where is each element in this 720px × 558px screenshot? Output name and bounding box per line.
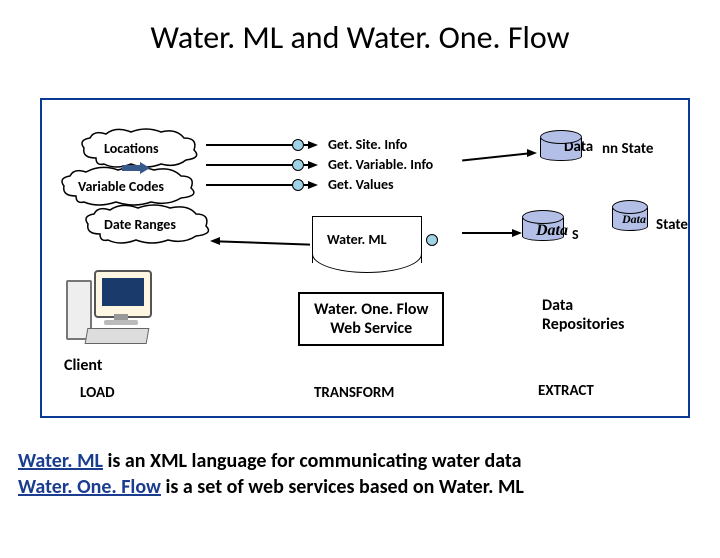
connector-dot [292,159,304,171]
footer-line2b: is a set of web services based on Water.… [161,475,524,499]
ws-method-getvariableinfo: Get. Variable. Info [328,156,433,176]
data-repositories-label: Data Repositories [542,296,624,334]
waterml-doc: Water. ML [312,216,422,263]
data-cyl-2-suffix: S [572,226,579,243]
connector-dot [292,139,304,151]
arrow-waterml-return [218,240,310,245]
footer-line1b: is an XML language for communicating wat… [103,449,522,473]
extract-label: EXTRACT [538,382,594,400]
service-box-line2: Web Service [314,319,428,338]
data-cyl-1-suffix: nn State [602,140,653,158]
footer-text: Water. ML is an XML language for communi… [18,448,524,500]
connector-dot [426,234,438,246]
cloud-date-ranges: Date Ranges [80,204,220,246]
ws-method-getvalues: Get. Values [328,176,433,196]
footer-waterml: Water. ML [18,449,103,473]
cloud-locations-label: Locations [104,140,159,157]
ws-method-getsiteinfo: Get. Site. Info [328,136,433,156]
client-label: Client [64,356,102,375]
wateroneflow-service-box: Water. One. Flow Web Service [298,292,444,346]
arrow-to-repo2 [462,232,512,234]
ws-method-list: Get. Site. Info Get. Variable. Info Get.… [328,136,433,196]
waterml-doc-label: Water. ML [327,231,387,248]
service-box-line1: Water. One. Flow [314,300,428,319]
cloud-variable-codes-label: Variable Codes [78,178,164,195]
data-cyl-3-suffix: State [656,216,688,234]
page-title: Water. ML and Water. One. Flow [0,18,720,57]
arrow-cloud-icon [122,162,150,174]
diagram-frame: Locations Variable Codes Date Ranges Cli… [40,98,690,418]
data-cyl-3-label: Data [622,212,646,227]
transform-label: TRANSFORM [314,384,394,402]
connector-dot [292,179,304,191]
arrow-to-repo1 [462,153,528,162]
computer-icon [66,270,156,350]
cloud-date-ranges-label: Date Ranges [104,216,176,233]
footer-wateroneflow: Water. One. Flow [18,475,161,499]
load-label: LOAD [80,384,115,402]
data-cyl-2-label: Data [536,222,568,240]
